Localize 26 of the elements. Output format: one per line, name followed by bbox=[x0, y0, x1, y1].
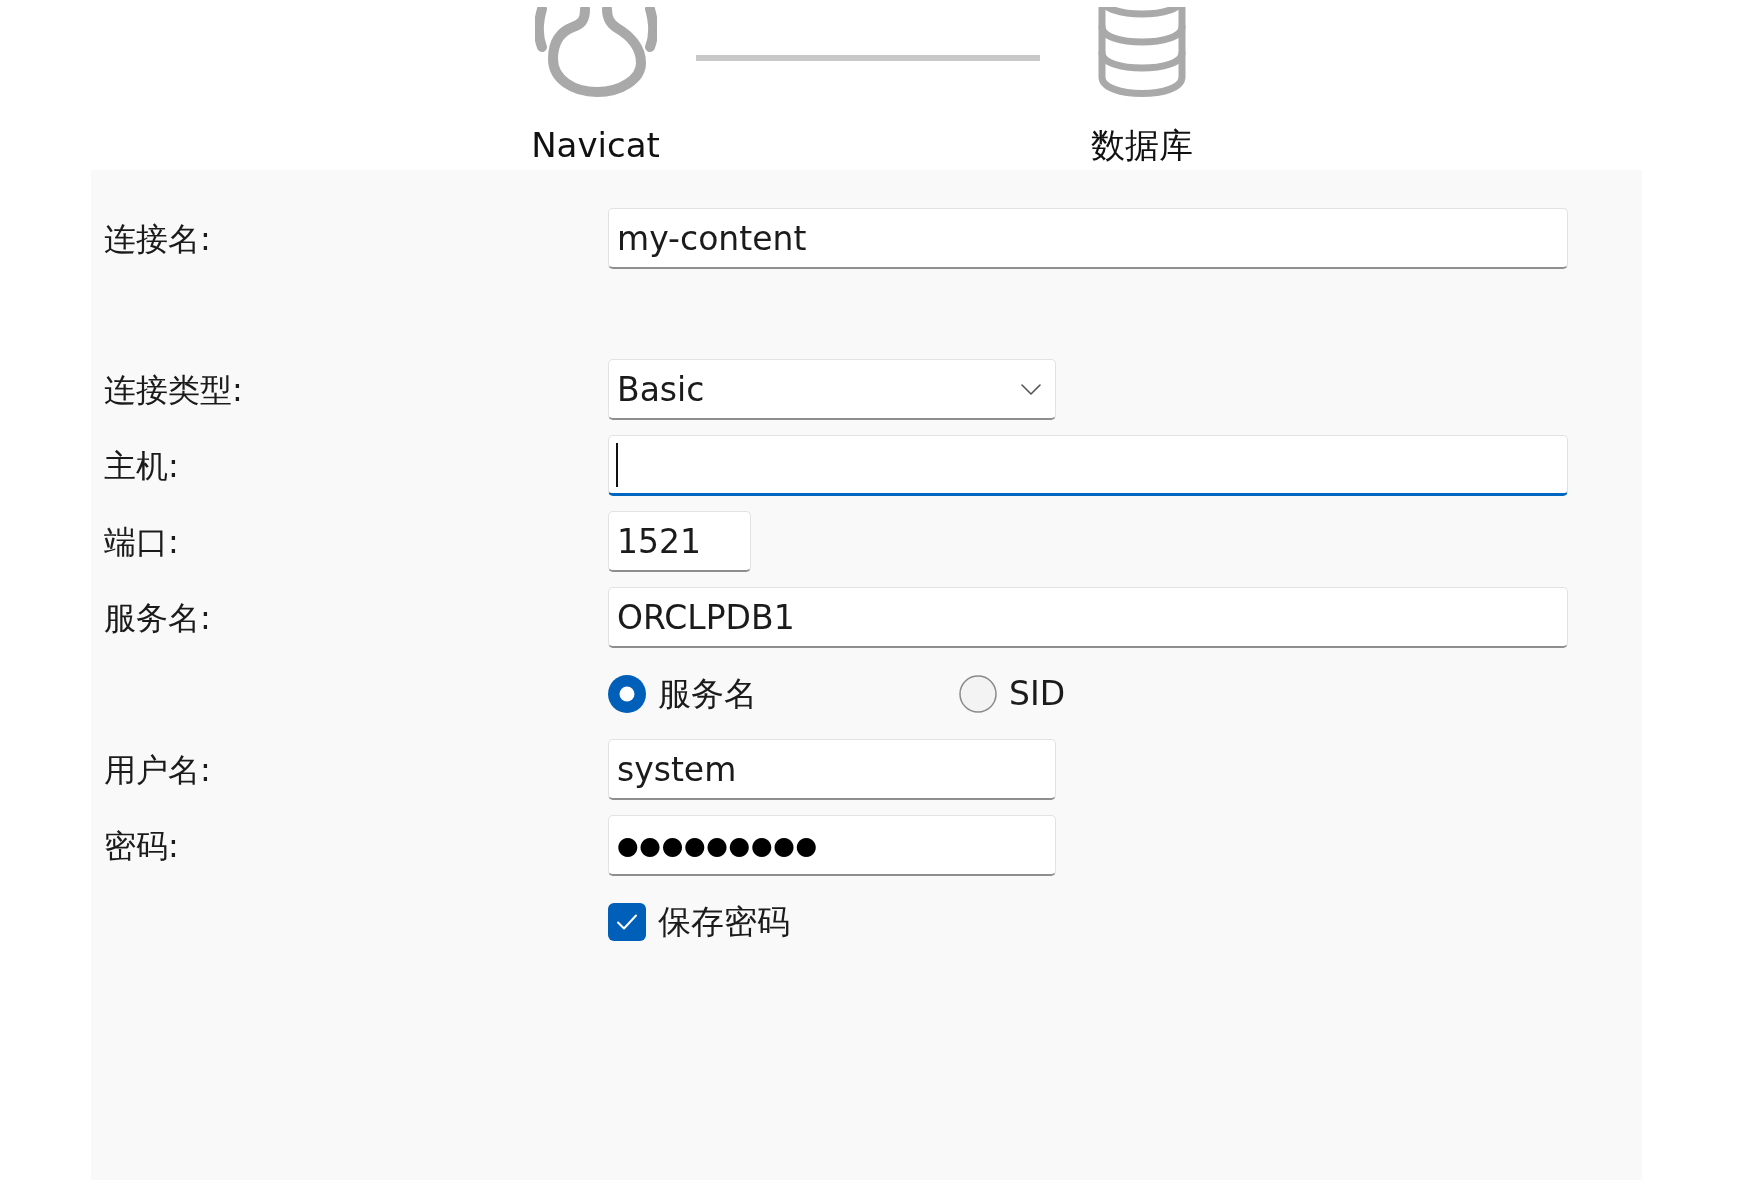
field-label: 连接类型: bbox=[104, 369, 243, 410]
field-label: 连接名: bbox=[104, 218, 211, 259]
text-cursor-icon bbox=[616, 442, 618, 487]
radio-button[interactable] bbox=[959, 674, 997, 713]
checkbox-label[interactable]: 保存密码 bbox=[658, 901, 790, 942]
field-label: 用户名: bbox=[104, 749, 211, 790]
field-label: 端口: bbox=[104, 521, 179, 562]
connection-type-dropdown[interactable]: Basic bbox=[608, 359, 1056, 420]
source-label: Navicat bbox=[531, 125, 660, 165]
port-field[interactable]: 1521 bbox=[608, 511, 751, 572]
radio-label[interactable]: SID bbox=[1009, 673, 1066, 714]
checkbox[interactable] bbox=[608, 902, 646, 941]
chevron-down-icon bbox=[1021, 383, 1041, 395]
field-label: 服务名: bbox=[104, 597, 211, 638]
navicat-logo-icon bbox=[534, 7, 657, 97]
connection-name-field[interactable]: my-content bbox=[608, 208, 1568, 269]
username-field[interactable]: system bbox=[608, 739, 1056, 800]
radio-button[interactable] bbox=[608, 674, 646, 713]
field-label: 主机: bbox=[104, 445, 179, 486]
password-field[interactable]: ●●●●●●●●● bbox=[608, 815, 1056, 876]
service-name-field[interactable]: ORCLPDB1 bbox=[608, 587, 1568, 648]
radio-label[interactable]: 服务名 bbox=[658, 673, 757, 714]
target-label: 数据库 bbox=[1091, 125, 1193, 165]
database-icon bbox=[1097, 7, 1187, 97]
field-label: 密码: bbox=[104, 825, 179, 866]
host-field[interactable] bbox=[608, 435, 1568, 496]
